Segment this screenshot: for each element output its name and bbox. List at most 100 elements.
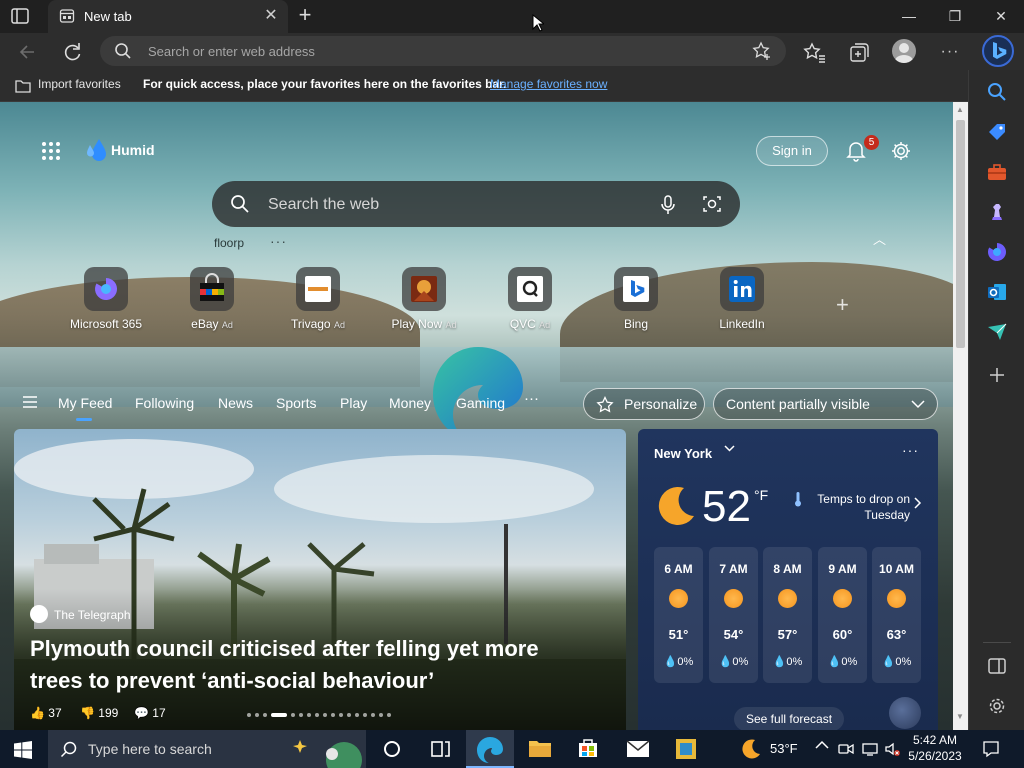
back-icon[interactable] xyxy=(14,38,42,66)
feed-tab-news[interactable]: News xyxy=(218,395,253,411)
carousel-pagination[interactable] xyxy=(246,712,396,718)
settings-and-more-button[interactable]: ··· xyxy=(936,38,964,66)
quick-link-microsoft-365[interactable]: Microsoft 365 xyxy=(61,267,151,331)
news-source[interactable]: The Telegraph xyxy=(54,608,131,622)
close-tab-button[interactable]: ✕ xyxy=(262,7,280,25)
tools-briefcase-icon[interactable] xyxy=(986,161,1008,183)
tray-temperature[interactable]: 53°F xyxy=(770,741,798,756)
feed-tab-gaming[interactable]: Gaming xyxy=(456,395,505,411)
taskbar-search-box[interactable]: Type here to search xyxy=(48,730,366,768)
microsoft-store-icon[interactable] xyxy=(564,730,612,768)
add-favorite-icon[interactable] xyxy=(752,41,772,61)
shopping-tag-icon[interactable] xyxy=(986,121,1008,143)
volume-muted-icon[interactable] xyxy=(884,741,900,757)
sun-icon xyxy=(724,589,743,608)
notification-bell-icon[interactable] xyxy=(846,140,866,162)
bing-chat-button[interactable] xyxy=(982,35,1014,67)
feed-tab-my-feed[interactable]: My Feed xyxy=(58,395,112,411)
weather-card[interactable]: New York ··· 52 °F Temps to drop on Tues… xyxy=(638,429,938,730)
address-input[interactable]: Search or enter web address xyxy=(148,44,315,59)
tab-new-tab[interactable]: New tab ✕ xyxy=(48,0,288,33)
add-sidebar-app-icon[interactable] xyxy=(986,364,1008,386)
feed-tab-play[interactable]: Play xyxy=(340,395,367,411)
quick-link-linkedin[interactable]: LinkedIn xyxy=(697,267,787,331)
windows-start-icon[interactable] xyxy=(14,741,32,759)
restore-button[interactable]: ❐ xyxy=(932,0,978,33)
scrollbar-thumb[interactable] xyxy=(956,120,965,348)
outlook-icon[interactable] xyxy=(986,281,1008,303)
web-search-input[interactable]: Search the web xyxy=(268,196,379,214)
tab-actions-icon[interactable] xyxy=(10,7,30,25)
more-suggestions-button[interactable]: ··· xyxy=(270,233,287,249)
weather-alert[interactable]: Temps to drop on Tuesday xyxy=(810,491,910,523)
comments-button[interactable]: 💬 17 xyxy=(134,706,166,720)
games-chess-icon[interactable] xyxy=(986,201,1008,223)
app-launcher-icon[interactable] xyxy=(40,140,62,162)
page-settings-icon[interactable] xyxy=(890,140,912,162)
quick-link-trivago[interactable]: Trivago Ad xyxy=(273,267,363,331)
mail-icon[interactable] xyxy=(614,730,662,768)
cortana-icon[interactable] xyxy=(368,730,416,768)
favorites-icon[interactable] xyxy=(800,38,828,66)
network-icon[interactable] xyxy=(862,741,878,757)
collapse-quick-links-button[interactable]: ︿ xyxy=(873,229,886,248)
taskbar-search-input[interactable]: Type here to search xyxy=(88,741,212,757)
page-scrollbar[interactable]: ▲ ▼ xyxy=(953,102,968,730)
voice-search-icon[interactable] xyxy=(658,194,678,216)
microsoft-365-icon[interactable] xyxy=(986,241,1008,263)
feed-tab-sports[interactable]: Sports xyxy=(276,395,316,411)
action-center-icon[interactable] xyxy=(982,740,1000,758)
task-view-icon[interactable] xyxy=(416,730,464,768)
chevron-down-icon[interactable] xyxy=(724,445,735,453)
quick-link-bing[interactable]: Bing xyxy=(591,267,681,331)
personalize-button[interactable]: Personalize xyxy=(583,388,705,420)
refresh-icon[interactable] xyxy=(58,38,86,66)
minimize-button[interactable]: — xyxy=(886,0,932,33)
file-explorer-icon[interactable] xyxy=(516,730,564,768)
weather-assistant-icon[interactable] xyxy=(889,697,921,729)
comment-count: 17 xyxy=(152,706,166,720)
content-visibility-dropdown[interactable]: Content partially visible xyxy=(713,388,938,420)
app-grid-icon[interactable] xyxy=(662,730,710,768)
visual-search-icon[interactable] xyxy=(702,194,722,214)
see-full-forecast-button[interactable]: See full forecast xyxy=(734,707,845,730)
feed-tab-following[interactable]: Following xyxy=(135,395,194,411)
quick-link-play-now[interactable]: Play Now Ad xyxy=(379,267,469,331)
weather-city[interactable]: New York xyxy=(654,446,712,461)
quick-link-ebay[interactable]: eBay Ad xyxy=(167,267,257,331)
close-window-button[interactable]: ✕ xyxy=(978,0,1024,33)
new-tab-button[interactable]: + xyxy=(294,4,316,27)
scroll-up-arrow[interactable]: ▲ xyxy=(956,105,964,114)
feed-tab-money[interactable]: Money xyxy=(389,395,431,411)
show-hidden-icons-icon[interactable] xyxy=(815,740,829,750)
weather-brand-label[interactable]: Humid xyxy=(111,142,155,158)
sidebar-settings-icon[interactable] xyxy=(986,695,1008,717)
chevron-right-icon[interactable] xyxy=(914,497,922,509)
manage-favorites-link[interactable]: Manage favorites now xyxy=(490,77,607,91)
tray-weather-moon-icon[interactable] xyxy=(740,738,762,760)
scroll-down-arrow[interactable]: ▼ xyxy=(956,712,964,721)
add-shortcut-button[interactable]: + xyxy=(836,292,849,318)
meet-now-icon[interactable] xyxy=(838,741,854,757)
dislike-button[interactable]: 👎 199 xyxy=(80,706,118,720)
sign-in-button[interactable]: Sign in xyxy=(756,136,828,166)
drop-send-icon[interactable] xyxy=(986,321,1008,343)
more-feed-tabs-button[interactable]: ··· xyxy=(524,390,539,407)
like-button[interactable]: 👍 37 xyxy=(30,706,62,720)
hero-news-card[interactable]: The Telegraph Plymouth council criticise… xyxy=(14,429,626,730)
profile-avatar[interactable] xyxy=(892,39,916,63)
address-bar[interactable]: Search or enter web address xyxy=(100,36,786,66)
clock-date[interactable]: 5/26/2023 xyxy=(905,749,965,763)
sidebar-search-icon[interactable] xyxy=(986,81,1008,103)
import-favorites-button[interactable]: Import favorites xyxy=(38,77,121,91)
taskbar-app-edge[interactable] xyxy=(466,730,514,768)
quick-link-qvc[interactable]: QVC Ad xyxy=(485,267,575,331)
search-suggestion[interactable]: floorp xyxy=(214,236,244,250)
clock-time[interactable]: 5:42 AM xyxy=(905,733,965,747)
weather-more-button[interactable]: ··· xyxy=(902,442,919,458)
collections-icon[interactable] xyxy=(845,38,873,66)
hide-sidebar-icon[interactable] xyxy=(986,655,1008,677)
news-headline[interactable]: Plymouth council criticised after fellin… xyxy=(30,633,590,697)
menu-icon[interactable] xyxy=(22,395,38,409)
web-search-box[interactable]: Search the web xyxy=(212,181,740,227)
